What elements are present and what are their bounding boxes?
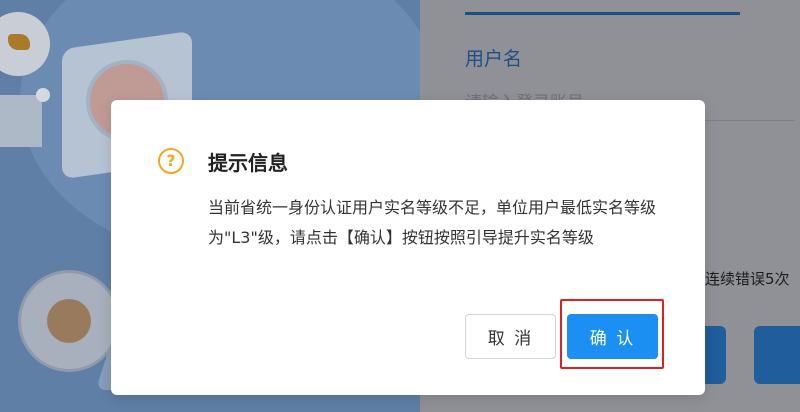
bottom-emblem-icon — [18, 270, 120, 372]
notice-dialog: ? 提示信息 当前省统一身份认证用户实名等级不足，单位用户最低实名等级为"L3"… — [111, 100, 705, 395]
dialog-message: 当前省统一身份认证用户实名等级不足，单位用户最低实名等级为"L3"级，请点击【确… — [208, 198, 657, 247]
logo-mark-icon — [8, 34, 30, 50]
question-circle-icon: ? — [158, 148, 184, 174]
username-label: 用户名 — [465, 48, 523, 70]
emblem-center — [47, 299, 91, 343]
dialog-title: 提示信息 — [208, 151, 288, 175]
illustration-cube — [0, 95, 42, 147]
confirm-button[interactable]: 确 认 — [567, 314, 658, 359]
login-tab-underline — [465, 12, 740, 15]
error-hint-text: 连续错误5次 — [705, 270, 790, 288]
login-page: 用户名 连续错误5次 ? 提示信息 当前省统一身份认证用户实名等级不足，单位用户… — [0, 0, 800, 412]
illustration-dot — [36, 88, 50, 102]
cancel-button[interactable]: 取 消 — [465, 314, 556, 359]
secondary-login-button[interactable] — [754, 326, 800, 384]
